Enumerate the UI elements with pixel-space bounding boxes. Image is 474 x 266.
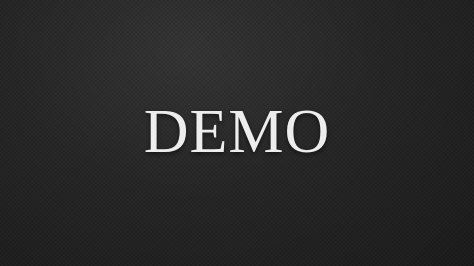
slide-title: DEMO <box>143 98 331 166</box>
slide-background: DEMO <box>0 0 474 266</box>
